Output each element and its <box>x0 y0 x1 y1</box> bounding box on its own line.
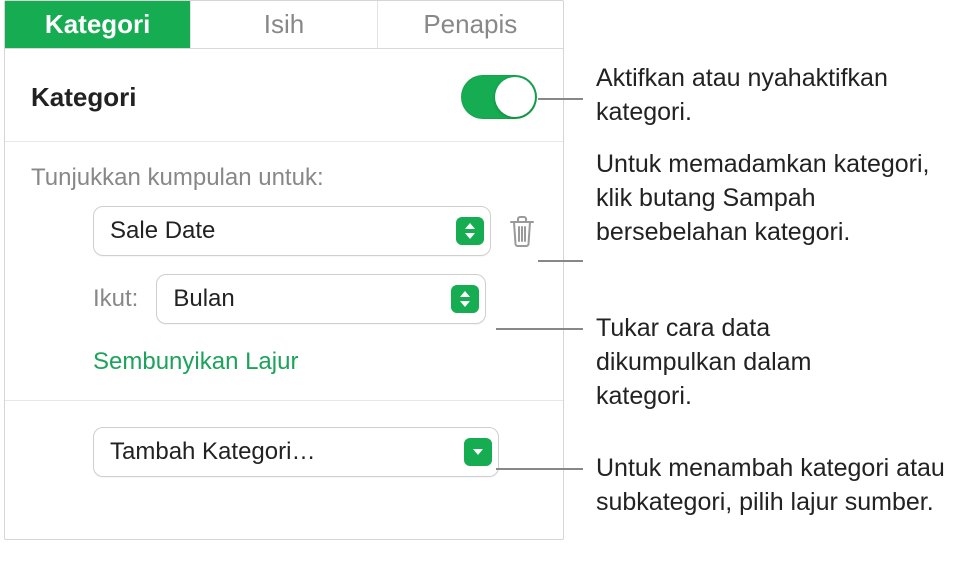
leader-line <box>496 328 583 330</box>
add-category-select[interactable]: Tambah Kategori… <box>93 427 499 477</box>
updown-icon <box>456 217 484 245</box>
delete-category-button[interactable] <box>507 214 537 248</box>
hide-column-link[interactable]: Sembunyikan Lajur <box>93 348 298 376</box>
tab-kategori[interactable]: Kategori <box>5 1 191 48</box>
chevron-down-icon <box>464 438 492 466</box>
source-column-value: Sale Date <box>110 217 215 245</box>
callout-delete: Untuk memadamkan kategori, klik butang S… <box>596 148 936 249</box>
tab-bar: Kategori Isih Penapis <box>5 1 563 49</box>
categories-toggle[interactable] <box>461 75 537 119</box>
callout-add: Untuk menambah kategori atau subkategori… <box>596 452 956 520</box>
group-by-select[interactable]: Bulan <box>156 274 486 324</box>
tab-isih[interactable]: Isih <box>191 1 377 48</box>
leader-line <box>538 98 583 100</box>
show-groups-label: Tunjukkan kumpulan untuk: <box>31 164 537 192</box>
section-title: Kategori <box>31 82 136 113</box>
tab-penapis[interactable]: Penapis <box>378 1 563 48</box>
group-by-label: Ikut: <box>93 285 138 313</box>
group-by-value: Bulan <box>173 285 234 313</box>
callout-group: Tukar cara data dikumpulkan dalam katego… <box>596 312 856 413</box>
updown-icon <box>451 285 479 313</box>
callout-toggle: Aktifkan atau nyahaktifkan kategori. <box>596 62 936 130</box>
divider <box>5 400 563 401</box>
source-column-select[interactable]: Sale Date <box>93 206 491 256</box>
toggle-knob <box>495 77 535 117</box>
categories-panel: Kategori Isih Penapis Kategori Tunjukkan… <box>4 0 564 540</box>
leader-line <box>496 468 583 470</box>
leader-line <box>538 260 583 262</box>
add-category-label: Tambah Kategori… <box>110 438 315 466</box>
